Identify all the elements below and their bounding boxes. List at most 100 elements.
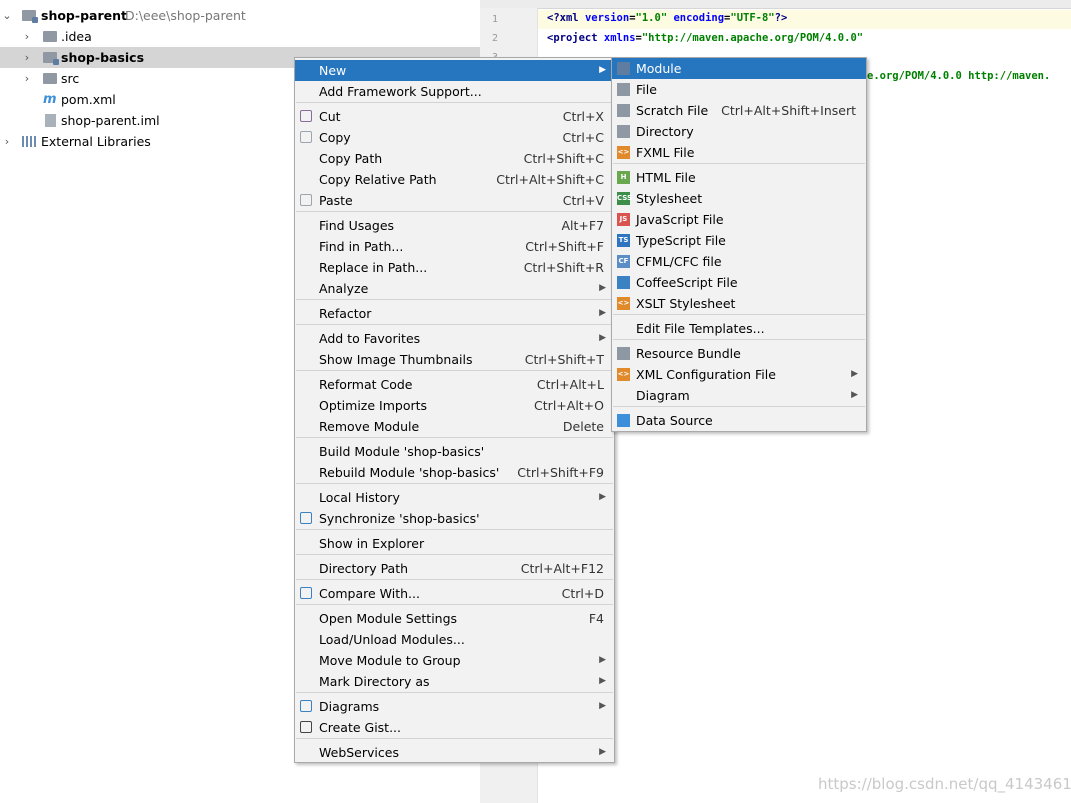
menu-item-open-module-settings[interactable]: Open Module Settings F4 [295, 608, 614, 629]
menu-item-label: Synchronize 'shop-basics' [319, 511, 480, 526]
menu-item-copy[interactable]: Copy Ctrl+C [295, 127, 614, 148]
menu-item-directory-path[interactable]: Directory Path Ctrl+Alt+F12 [295, 558, 614, 579]
menu-item-add-framework-support[interactable]: Add Framework Support... [295, 81, 614, 102]
new-menu-item-xml-configuration-file[interactable]: <> XML Configuration File ▶ [612, 364, 866, 385]
diagrams-icon [300, 700, 312, 712]
menu-item-cut[interactable]: Cut Ctrl+X [295, 106, 614, 127]
menu-item-refactor[interactable]: Refactor ▶ [295, 303, 614, 324]
chevron-down-icon[interactable]: ⌄ [2, 5, 12, 26]
submenu-arrow-icon: ▶ [851, 390, 858, 400]
module-folder-icon [43, 52, 59, 65]
new-menu-item-fxml-file[interactable]: <> FXML File [612, 142, 866, 163]
menu-item-local-history[interactable]: Local History ▶ [295, 487, 614, 508]
editor-tab-bar [480, 0, 1071, 9]
new-menu-item-directory[interactable]: Directory [612, 121, 866, 142]
menu-item-copy-relative-path[interactable]: Copy Relative Path Ctrl+Alt+Shift+C [295, 169, 614, 190]
menu-item-label: CFML/CFC file [636, 254, 722, 269]
menu-item-label: Directory [636, 124, 694, 139]
menu-separator [296, 738, 613, 739]
menu-item-load-unload-modules[interactable]: Load/Unload Modules... [295, 629, 614, 650]
tree-root-row[interactable]: ⌄ shop-parent D:\eee\shop-parent [0, 5, 480, 26]
menu-item-label: Compare With... [319, 586, 420, 601]
html-icon: H [617, 171, 630, 184]
menu-item-shortcut: Ctrl+D [561, 586, 604, 601]
menu-item-show-in-explorer[interactable]: Show in Explorer [295, 533, 614, 554]
database-icon [617, 414, 630, 427]
menu-item-move-module-to-group[interactable]: Move Module to Group ▶ [295, 650, 614, 671]
menu-item-compare-with[interactable]: Compare With... Ctrl+D [295, 583, 614, 604]
menu-separator [296, 370, 613, 371]
new-submenu: Module File Scratch File Ctrl+Alt+Shift+Ins… [611, 57, 867, 432]
menu-item-replace-in-path[interactable]: Replace in Path... Ctrl+Shift+R [295, 257, 614, 278]
menu-item-show-image-thumbnails[interactable]: Show Image Thumbnails Ctrl+Shift+T [295, 349, 614, 370]
new-menu-item-xslt-stylesheet[interactable]: <> XSLT Stylesheet [612, 293, 866, 314]
new-menu-item-scratch-file[interactable]: Scratch File Ctrl+Alt+Shift+Insert [612, 100, 866, 121]
new-menu-item-data-source[interactable]: Data Source [612, 410, 866, 431]
chevron-right-icon[interactable]: › [22, 68, 32, 89]
new-menu-item-module[interactable]: Module [612, 58, 866, 79]
menu-item-add-to-favorites[interactable]: Add to Favorites ▶ [295, 328, 614, 349]
menu-item-new[interactable]: New ▶ [295, 60, 614, 81]
tree-item-idea[interactable]: › .idea [0, 26, 480, 47]
menu-item-webservices[interactable]: WebServices ▶ [295, 742, 614, 763]
menu-separator [296, 324, 613, 325]
menu-item-copy-path[interactable]: Copy Path Ctrl+Shift+C [295, 148, 614, 169]
submenu-arrow-icon: ▶ [599, 701, 606, 711]
new-menu-item-javascript-file[interactable]: JS JavaScript File [612, 209, 866, 230]
menu-item-find-usages[interactable]: Find Usages Alt+F7 [295, 215, 614, 236]
directory-icon [617, 125, 630, 138]
chevron-right-icon[interactable]: › [22, 26, 32, 47]
menu-item-label: Copy Path [319, 151, 383, 166]
new-menu-item-file[interactable]: File [612, 79, 866, 100]
menu-item-shortcut: Ctrl+Alt+F12 [520, 561, 604, 576]
context-menu: New ▶ Add Framework Support... Cut Ctrl+X Cop… [294, 57, 615, 763]
menu-item-find-in-path[interactable]: Find in Path... Ctrl+Shift+F [295, 236, 614, 257]
menu-item-label: Mark Directory as [319, 674, 430, 689]
tree-item-label: shop-basics [61, 50, 145, 65]
new-menu-item-typescript-file[interactable]: TS TypeScript File [612, 230, 866, 251]
menu-item-label: Analyze [319, 281, 369, 296]
menu-item-reformat-code[interactable]: Reformat Code Ctrl+Alt+L [295, 374, 614, 395]
menu-item-shortcut: Ctrl+Alt+Shift+Insert [721, 103, 856, 118]
menu-separator [296, 299, 613, 300]
menu-item-create-gist[interactable]: Create Gist... [295, 717, 614, 738]
submenu-arrow-icon: ▶ [599, 492, 606, 502]
menu-item-mark-directory-as[interactable]: Mark Directory as ▶ [295, 671, 614, 692]
menu-item-shortcut: Ctrl+Alt+O [534, 398, 604, 413]
menu-item-rebuild-module-shop-basics[interactable]: Rebuild Module 'shop-basics' Ctrl+Shift+F… [295, 462, 614, 483]
code-line-2: <project xmlns="http://maven.apache.org/… [547, 32, 864, 44]
menu-separator [613, 163, 865, 164]
menu-item-label: Build Module 'shop-basics' [319, 444, 485, 459]
scissors-icon [300, 110, 312, 122]
menu-item-label: Paste [319, 193, 353, 208]
menu-item-shortcut: Ctrl+Shift+R [523, 260, 604, 275]
new-menu-item-resource-bundle[interactable]: Resource Bundle [612, 343, 866, 364]
menu-item-remove-module[interactable]: Remove Module Delete [295, 416, 614, 437]
menu-item-shortcut: Ctrl+C [562, 130, 604, 145]
tree-item-label: shop-parent.iml [61, 113, 160, 128]
menu-item-optimize-imports[interactable]: Optimize Imports Ctrl+Alt+O [295, 395, 614, 416]
menu-item-label: Diagrams [319, 699, 380, 714]
new-menu-item-edit-file-templates[interactable]: Edit File Templates... [612, 318, 866, 339]
menu-separator [296, 692, 613, 693]
new-menu-item-coffeescript-file[interactable]: CoffeeScript File [612, 272, 866, 293]
chevron-right-icon[interactable]: › [22, 47, 32, 68]
menu-item-diagrams[interactable]: Diagrams ▶ [295, 696, 614, 717]
menu-item-shortcut: F4 [588, 611, 604, 626]
menu-item-build-module-shop-basics[interactable]: Build Module 'shop-basics' [295, 441, 614, 462]
menu-item-label: Refactor [319, 306, 372, 321]
menu-item-label: XSLT Stylesheet [636, 296, 736, 311]
menu-item-label: File [636, 82, 657, 97]
new-menu-item-cfml-cfc-file[interactable]: CF CFML/CFC file [612, 251, 866, 272]
menu-item-analyze[interactable]: Analyze ▶ [295, 278, 614, 299]
new-menu-item-diagram[interactable]: Diagram ▶ [612, 385, 866, 406]
menu-item-shortcut: Delete [562, 419, 604, 434]
menu-item-paste[interactable]: Paste Ctrl+V [295, 190, 614, 211]
new-menu-item-html-file[interactable]: H HTML File [612, 167, 866, 188]
menu-item-synchronize-shop-basics[interactable]: Synchronize 'shop-basics' [295, 508, 614, 529]
chevron-right-icon[interactable]: › [2, 131, 12, 152]
new-menu-item-stylesheet[interactable]: CSS Stylesheet [612, 188, 866, 209]
menu-item-label: Directory Path [319, 561, 409, 576]
menu-item-label: Module [636, 61, 682, 76]
js-icon: JS [617, 213, 630, 226]
